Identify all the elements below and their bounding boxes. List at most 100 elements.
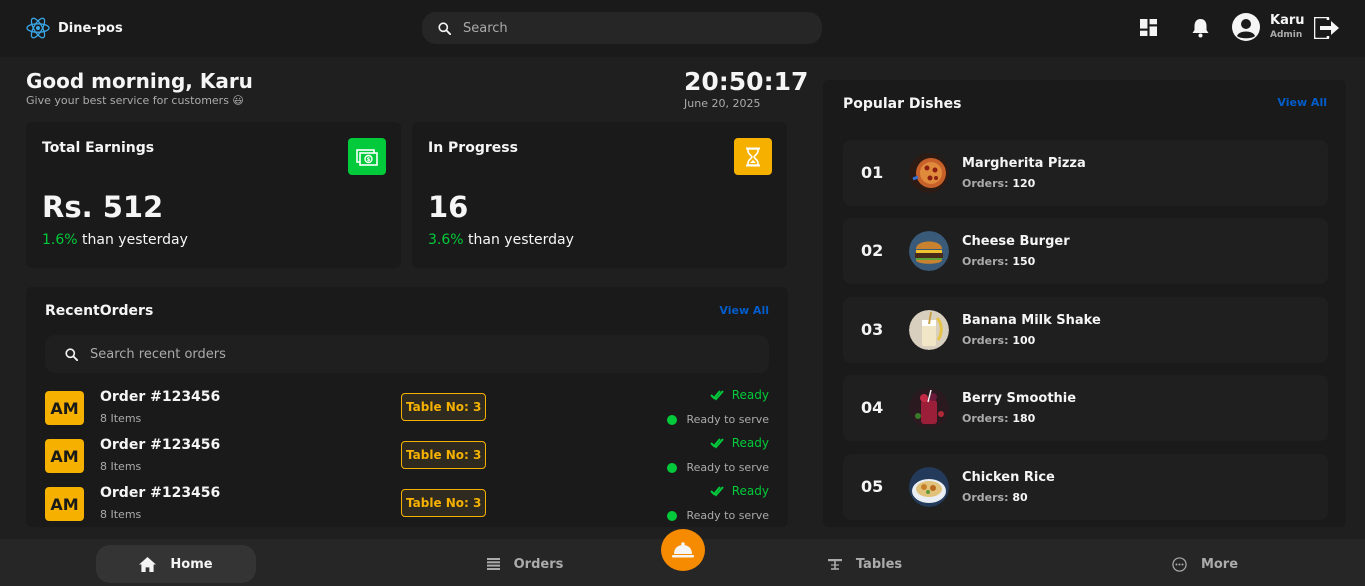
stat-change-text: than yesterday <box>82 232 188 248</box>
order-status-detail: Ready to serve <box>666 413 769 426</box>
list-icon <box>486 558 500 570</box>
dish-orders: Orders: 80 <box>962 491 1028 504</box>
order-row[interactable]: AM Order #123456 8 Items Table No: 3 Rea… <box>45 387 769 435</box>
customer-avatar: AM <box>45 487 84 521</box>
new-order-fab[interactable] <box>661 529 705 571</box>
order-status-sub: Ready to serve <box>686 461 769 474</box>
double-check-icon <box>710 486 724 497</box>
recent-orders-title: RecentOrders <box>45 303 154 319</box>
dish-orders-label: Orders: <box>962 334 1009 347</box>
dish-orders: Orders: 100 <box>962 334 1035 347</box>
order-id: Order #123456 <box>100 485 221 501</box>
popular-dishes-title: Popular Dishes <box>843 96 962 112</box>
clock: 20:50:17 June 20, 2025 <box>684 67 808 111</box>
order-items: 8 Items <box>100 508 142 521</box>
clock-date: June 20, 2025 <box>684 97 761 110</box>
milkshake-image <box>909 310 949 350</box>
order-status-label: Ready <box>731 484 769 498</box>
app-logo[interactable]: Dine-pos <box>26 16 123 40</box>
recent-orders-search[interactable] <box>45 335 769 373</box>
smoothie-image <box>909 388 949 428</box>
double-check-icon <box>710 438 724 449</box>
dish-item[interactable]: 04 Berry Smoothie Orders: 180 <box>843 375 1328 441</box>
stat-change: 3.6% than yesterday <box>428 232 574 248</box>
double-check-icon <box>710 390 724 401</box>
nav-orders[interactable]: Orders <box>440 545 610 583</box>
order-status: Ready <box>710 484 769 498</box>
status-dot <box>666 462 677 473</box>
clock-time: 20:50:17 <box>684 67 809 96</box>
dish-orders-label: Orders: <box>962 412 1009 425</box>
header-search[interactable] <box>422 12 822 44</box>
greeting: Good morning, Karu Give your best servic… <box>26 68 253 108</box>
order-status-sub: Ready to serve <box>686 413 769 426</box>
app-name: Dine-pos <box>58 20 123 36</box>
order-row[interactable]: AM Order #123456 8 Items Table No: 3 Rea… <box>45 435 769 483</box>
stat-change-percent: 1.6% <box>42 232 78 248</box>
nav-home-label: Home <box>170 556 213 572</box>
stat-card-total-earnings: Total Earnings $ Rs. 512 1.6% than yeste… <box>26 122 401 268</box>
dish-rank: 03 <box>861 320 884 339</box>
dish-orders-count: 80 <box>1012 491 1028 504</box>
react-logo-icon <box>26 17 50 39</box>
nav-home[interactable]: Home <box>96 545 256 583</box>
order-status-label: Ready <box>731 388 769 402</box>
dish-item[interactable]: 02 Cheese Burger Orders: 150 <box>843 218 1328 284</box>
stat-title: In Progress <box>428 140 518 156</box>
dish-rank: 05 <box>861 477 884 496</box>
status-dot <box>666 510 677 521</box>
top-header: Dine-pos Karu Admin <box>0 0 1365 57</box>
order-items: 8 Items <box>100 460 142 473</box>
order-status: Ready <box>710 436 769 450</box>
nav-more[interactable]: More <box>1120 545 1290 583</box>
table-icon <box>827 559 842 570</box>
recent-orders-view-all-link[interactable]: View All <box>719 304 769 317</box>
bell-icon[interactable] <box>1191 18 1210 38</box>
hourglass-icon <box>734 138 772 175</box>
dish-item[interactable]: 05 Chicken Rice Orders: 80 <box>843 454 1328 520</box>
order-status: Ready <box>710 388 769 402</box>
header-search-input[interactable] <box>463 20 783 36</box>
nav-tables-label: Tables <box>855 556 903 572</box>
dish-item[interactable]: 03 Banana Milk Shake Orders: 100 <box>843 297 1328 363</box>
dish-orders-label: Orders: <box>962 255 1009 268</box>
customer-avatar: AM <box>45 391 84 425</box>
recent-orders-search-input[interactable] <box>90 346 690 362</box>
user-avatar-icon <box>1232 13 1260 41</box>
user-profile[interactable]: Karu Admin <box>1232 13 1305 41</box>
nav-orders-label: Orders <box>513 556 564 572</box>
dish-name: Banana Milk Shake <box>962 313 1101 328</box>
order-id: Order #123456 <box>100 437 221 453</box>
greeting-title: Good morning, Karu <box>26 69 253 93</box>
recent-orders-panel: RecentOrders View All AM Order #123456 8… <box>26 287 788 527</box>
logout-icon[interactable] <box>1314 17 1340 39</box>
dish-name: Margherita Pizza <box>962 156 1086 171</box>
dish-orders-count: 120 <box>1012 177 1036 190</box>
money-icon: $ <box>348 138 386 175</box>
dish-orders-label: Orders: <box>962 177 1009 190</box>
table-tag: Table No: 3 <box>401 441 487 469</box>
pizza-image <box>909 153 949 193</box>
table-tag: Table No: 3 <box>401 393 487 421</box>
burger-image <box>909 231 949 271</box>
dashboard-icon[interactable] <box>1140 19 1157 36</box>
dish-item[interactable]: 01 Margherita Pizza Orders: 120 <box>843 140 1328 206</box>
dish-orders-count: 100 <box>1012 334 1036 347</box>
popular-dishes-view-all-link[interactable]: View All <box>1277 96 1327 109</box>
order-id: Order #123456 <box>100 389 221 405</box>
stat-change: 1.6% than yesterday <box>42 232 188 248</box>
table-tag: Table No: 3 <box>401 489 487 517</box>
dish-rank: 04 <box>861 398 884 417</box>
order-status-detail: Ready to serve <box>666 509 769 522</box>
dish-rank: 01 <box>861 163 884 182</box>
chicken-rice-image <box>909 467 949 507</box>
order-status-sub: Ready to serve <box>686 509 769 522</box>
stat-change-text: than yesterday <box>468 232 574 248</box>
order-row[interactable]: AM Order #123456 8 Items Table No: 3 Rea… <box>45 483 769 527</box>
customer-avatar: AM <box>45 439 84 473</box>
user-role: Admin <box>1270 30 1303 40</box>
nav-tables[interactable]: Tables <box>780 545 950 583</box>
user-name: Karu <box>1270 13 1305 28</box>
search-icon <box>65 347 78 361</box>
dish-orders: Orders: 180 <box>962 412 1035 425</box>
